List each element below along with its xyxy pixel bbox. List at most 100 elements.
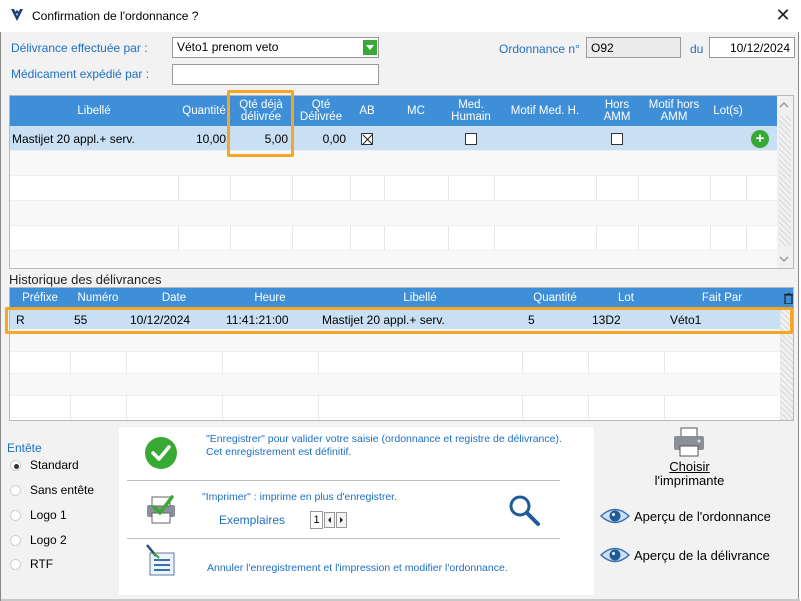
- hist-prefixe: R: [16, 312, 25, 327]
- scroll-track[interactable]: [779, 116, 791, 246]
- ab-checkbox[interactable]: [361, 132, 373, 145]
- medicament-field[interactable]: [172, 64, 379, 85]
- add-lot-button[interactable]: +: [751, 129, 769, 148]
- apercu-delivrance-button[interactable]: Aperçu de la délivrance: [600, 544, 770, 566]
- enregistrer-check-icon[interactable]: [145, 437, 177, 469]
- row-libelle: Mastijet 20 appl.+ serv.: [12, 131, 135, 146]
- row-qte-delivree[interactable]: 0,00: [292, 126, 346, 151]
- hcol-libelle[interactable]: Libellé: [318, 288, 522, 308]
- hist-quantite: 5: [528, 312, 535, 327]
- choisir-imprimante-button[interactable]: Choisir l'imprimante: [637, 426, 747, 490]
- table-row: [10, 151, 777, 176]
- exemplaires-label: Exemplaires: [219, 513, 286, 527]
- radio-icon[interactable]: [10, 459, 21, 471]
- printer-check-icon[interactable]: [144, 493, 178, 525]
- radio-standard[interactable]: Standard: [10, 456, 79, 474]
- ordonnance-number-field: O92: [586, 37, 681, 58]
- table-row[interactable]: R 55 10/12/2024 11:41:21:00 Mastijet 20 …: [10, 309, 780, 330]
- hcol-fait-par[interactable]: Fait Par: [664, 288, 780, 308]
- printer-icon: [674, 427, 704, 457]
- col-med-humain[interactable]: Med. Humain: [448, 96, 494, 126]
- row-qte-deja: 5,00: [264, 131, 288, 146]
- close-button[interactable]: ✕: [768, 4, 798, 28]
- radio-icon[interactable]: [10, 484, 21, 496]
- trash-icon[interactable]: [783, 292, 793, 304]
- table-row: [10, 201, 777, 226]
- hist-date: 10/12/2024: [130, 312, 191, 327]
- col-qte-delivree[interactable]: Qté Délivrée: [292, 96, 350, 126]
- chevron-left-icon: [328, 517, 331, 523]
- col-qte-deja[interactable]: Qté déjà délivrée: [230, 96, 292, 126]
- radio-icon[interactable]: [10, 509, 21, 521]
- entete-label: Entête: [7, 441, 42, 455]
- chevron-down-icon[interactable]: [363, 40, 377, 55]
- col-motif-med[interactable]: Motif Med. H.: [494, 96, 596, 126]
- increment-button[interactable]: [336, 512, 347, 528]
- decrement-button[interactable]: [324, 512, 335, 528]
- table-row: [10, 176, 777, 201]
- col-mc[interactable]: MC: [384, 96, 448, 126]
- hcol-lot[interactable]: Lot: [588, 288, 664, 308]
- apercu-ordonnance-button[interactable]: Aperçu de l'ordonnance: [600, 505, 771, 527]
- search-icon[interactable]: [507, 493, 541, 527]
- med-humain-checkbox[interactable]: [465, 132, 477, 145]
- col-motif-hors-amm[interactable]: Motif hors AMM: [638, 96, 710, 126]
- date-field[interactable]: 10/12/2024: [709, 37, 795, 58]
- col-ab[interactable]: AB: [350, 96, 384, 126]
- action-panel: "Enregistrer" pour valider votre saisie …: [119, 427, 594, 595]
- apercu-delivrance-label: Aperçu de la délivrance: [634, 547, 770, 563]
- hcol-prefixe[interactable]: Préfixe: [10, 288, 70, 308]
- table-row: [10, 226, 777, 251]
- hcol-date[interactable]: Date: [126, 288, 222, 308]
- imprimer-text: "Imprimer" : imprime en plus d'enregistr…: [202, 491, 398, 503]
- hist-heure: 11:41:21:00: [226, 312, 289, 327]
- hcol-heure[interactable]: Heure: [222, 288, 318, 308]
- edit-ordonnance-icon[interactable]: [144, 543, 176, 577]
- imprimante-label: l'imprimante: [654, 473, 725, 488]
- eye-icon: [600, 508, 630, 524]
- table-row: [10, 352, 780, 374]
- history-grid: Préfixe Numéro Date Heure Libellé Quanti…: [9, 287, 794, 421]
- radio-label: Sans entête: [30, 483, 95, 497]
- dialog-body: Délivrance effectuée par : Véto1 prenom …: [0, 32, 800, 601]
- radio-sans-entete[interactable]: Sans entête: [10, 481, 94, 499]
- col-libelle[interactable]: Libellé: [10, 96, 178, 126]
- enregistrer-subtext: Cet enregistrement est définitif.: [206, 446, 352, 458]
- radio-logo-1[interactable]: Logo 1: [10, 506, 67, 524]
- col-hors-amm[interactable]: Hors AMM: [596, 96, 638, 126]
- radio-icon[interactable]: [10, 534, 21, 546]
- radio-rtf[interactable]: RTF: [10, 555, 53, 573]
- hcol-numero[interactable]: Numéro: [70, 288, 126, 308]
- eye-icon: [600, 547, 630, 563]
- col-lots[interactable]: Lot(s): [710, 96, 746, 126]
- scroll-down-icon[interactable]: [779, 254, 789, 264]
- history-scrollbar[interactable]: [781, 308, 793, 420]
- table-row[interactable]: Mastijet 20 appl.+ serv. 10,00 5,00 0,00…: [10, 126, 777, 151]
- title-bar: Confirmation de l'ordonnance ? ✕: [0, 0, 801, 32]
- hcol-quantite[interactable]: Quantité: [522, 288, 588, 308]
- hist-numero: 55: [74, 312, 88, 327]
- radio-label: RTF: [30, 557, 54, 571]
- window-title: Confirmation de l'ordonnance ?: [32, 9, 199, 23]
- table-row: [10, 330, 780, 352]
- hors-amm-checkbox[interactable]: [611, 132, 623, 145]
- hist-fait-par: Véto1: [670, 312, 702, 327]
- scroll-up-icon[interactable]: [779, 100, 789, 110]
- radio-label: Standard: [30, 458, 79, 472]
- exemplaires-input[interactable]: 1: [310, 511, 323, 529]
- row-quantite: 10,00: [195, 131, 226, 146]
- annuler-text: Annuler l'enregistrement et l'impression…: [207, 562, 508, 574]
- table-row: [10, 374, 780, 396]
- radio-icon[interactable]: [10, 558, 21, 570]
- col-quantite[interactable]: Quantité: [178, 96, 230, 126]
- radio-logo-2[interactable]: Logo 2: [10, 531, 67, 549]
- history-title: Historique des délivrances: [9, 272, 162, 287]
- table-row: [10, 251, 777, 268]
- grid-header: Libellé Quantité Qté déjà délivrée Qté D…: [10, 96, 777, 126]
- radio-label: Logo 2: [30, 533, 67, 547]
- ordonnance-label: Ordonnance n°: [499, 42, 580, 56]
- app-logo-icon: [11, 9, 23, 21]
- delivrance-combo[interactable]: Véto1 prenom veto: [172, 37, 379, 58]
- enregistrer-text: "Enregistrer" pour valider votre saisie …: [206, 433, 562, 445]
- top-grid-scrollbar[interactable]: [777, 96, 793, 268]
